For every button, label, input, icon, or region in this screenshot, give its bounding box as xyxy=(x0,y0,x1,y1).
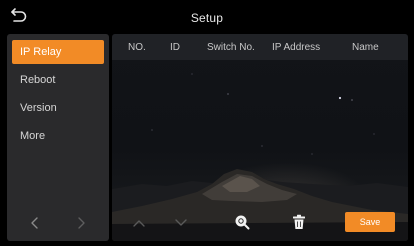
search-icon xyxy=(235,215,250,230)
sidebar-next-button[interactable] xyxy=(71,215,91,231)
chevron-up-icon xyxy=(133,220,145,227)
search-button[interactable] xyxy=(231,213,253,231)
sidebar-item-ip-relay[interactable]: IP Relay xyxy=(12,40,104,64)
sidebar-prev-button[interactable] xyxy=(25,215,45,231)
background-image xyxy=(112,73,408,241)
relay-table-panel: NO. ID Switch No. IP Address Name Save xyxy=(112,34,408,241)
sidebar-item-label: Reboot xyxy=(20,74,56,86)
column-header-name: Name xyxy=(352,42,379,53)
page-title: Setup xyxy=(190,11,224,25)
column-header-no: NO. xyxy=(128,42,146,53)
table-header: NO. ID Switch No. IP Address Name xyxy=(112,34,408,60)
sidebar-item-label: More xyxy=(20,130,46,142)
sidebar-item-version[interactable]: Version xyxy=(12,96,104,120)
delete-button[interactable] xyxy=(288,213,310,231)
sidebar-item-more[interactable]: More xyxy=(12,124,104,148)
chevron-left-icon xyxy=(31,217,38,229)
column-header-switch-no: Switch No. xyxy=(207,42,255,53)
save-button[interactable]: Save xyxy=(345,212,395,232)
trash-icon xyxy=(293,214,305,229)
sidebar-item-label: IP Relay xyxy=(20,46,62,58)
chevron-right-icon xyxy=(78,217,85,229)
sidebar-item-reboot[interactable]: Reboot xyxy=(12,68,104,92)
move-down-button[interactable] xyxy=(170,214,192,232)
sidebar: IP Relay Reboot Version More xyxy=(7,34,109,241)
setup-screen: Setup IP Relay Reboot Version More NO. I… xyxy=(0,0,414,246)
header: Setup xyxy=(0,0,414,34)
sidebar-item-label: Version xyxy=(20,102,57,114)
chevron-down-icon xyxy=(175,219,187,226)
column-header-ip-address: IP Address xyxy=(272,42,321,53)
column-header-id: ID xyxy=(170,42,180,53)
move-up-button[interactable] xyxy=(128,214,150,232)
